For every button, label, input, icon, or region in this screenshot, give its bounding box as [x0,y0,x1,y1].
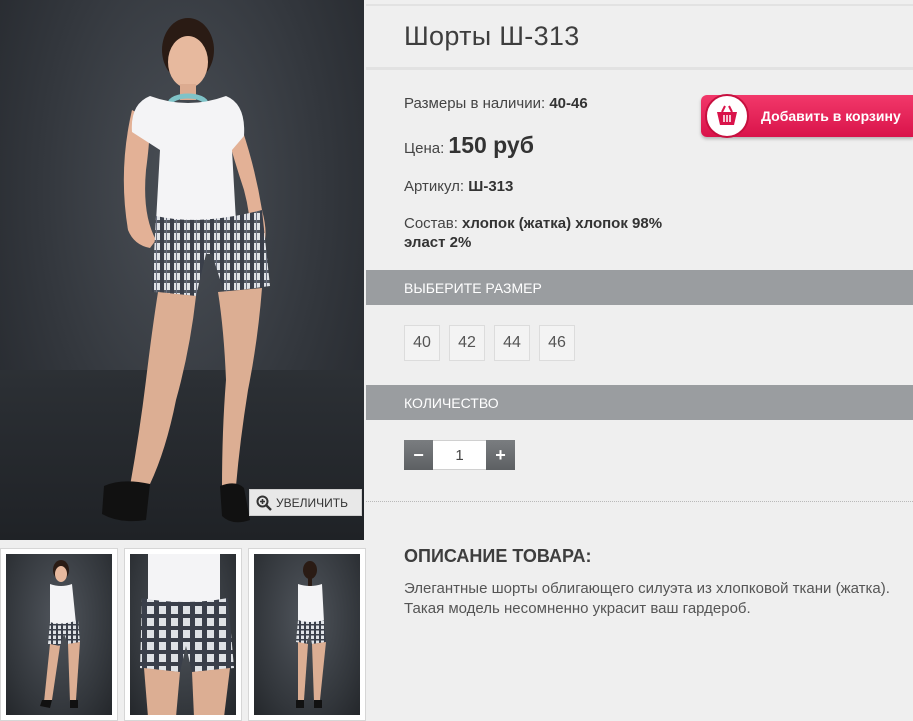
size-option-42[interactable]: 42 [449,325,485,361]
sizes-available: Размеры в наличии: 40-46 [404,95,588,112]
zoom-label: УВЕЛИЧИТЬ [276,495,348,510]
composition: Состав: хлопок (жатка) хлопок 98% эласт … [404,214,704,252]
description-text: Элегантные шорты облигающего силуэта из … [404,580,890,617]
product-main-photo[interactable]: УВЕЛИЧИТЬ [0,0,364,540]
size-option-40[interactable]: 40 [404,325,440,361]
size-option-44[interactable]: 44 [494,325,530,361]
quantity-section-header: КОЛИЧЕСТВО [366,385,913,420]
add-to-cart-button[interactable]: Добавить в корзину [701,94,913,138]
thumbnail-image [6,554,112,715]
thumbnail-image [254,554,360,715]
model-figure [102,18,270,523]
article-value: Ш-313 [468,178,514,195]
product-info-panel: Шорты Ш-313 Размеры в наличии: 40-46 Цен… [366,0,913,721]
quantity-increase-button[interactable]: + [486,440,515,470]
section-divider [366,501,913,502]
thumbnail-figure [40,560,80,708]
composition-label: Состав: [404,215,458,232]
thumbnail-front[interactable] [0,548,118,721]
thumbnail-gallery [0,548,366,721]
thumbnail-back[interactable] [248,548,366,721]
quantity-decrease-button[interactable]: − [404,440,433,470]
product-title: Шорты Ш-313 [404,21,580,51]
title-bar: Шорты Ш-313 [366,4,913,70]
size-option-46[interactable]: 46 [539,325,575,361]
quantity-input[interactable] [433,440,486,470]
article: Артикул: Ш-313 [404,178,513,195]
sizes-available-value: 40-46 [549,95,588,112]
price: Цена: 150 руб [404,132,534,159]
size-section-title: ВЫБЕРИТЕ РАЗМЕР [404,279,542,296]
sizes-available-label: Размеры в наличии: [404,95,546,112]
price-value: 150 руб [448,132,534,158]
price-label: Цена: [404,140,445,157]
zoom-button[interactable]: УВЕЛИЧИТЬ [249,489,362,516]
article-label: Артикул: [404,178,465,195]
thumbnail-figure [296,561,326,708]
description-title: ОПИСАНИЕ ТОВАРА: [404,546,592,566]
thumbnail-closeup[interactable] [124,548,242,721]
size-selector: 40 42 44 46 [404,325,575,361]
thumbnail-image [130,554,236,715]
add-to-cart-label: Добавить в корзину [761,108,901,124]
zoom-in-icon [256,495,272,511]
quantity-stepper: − + [404,440,515,470]
thumbnail-figure [140,554,234,715]
size-section-header: ВЫБЕРИТЕ РАЗМЕР [366,270,913,305]
basket-icon [705,94,749,138]
quantity-section-title: КОЛИЧЕСТВО [404,394,499,411]
